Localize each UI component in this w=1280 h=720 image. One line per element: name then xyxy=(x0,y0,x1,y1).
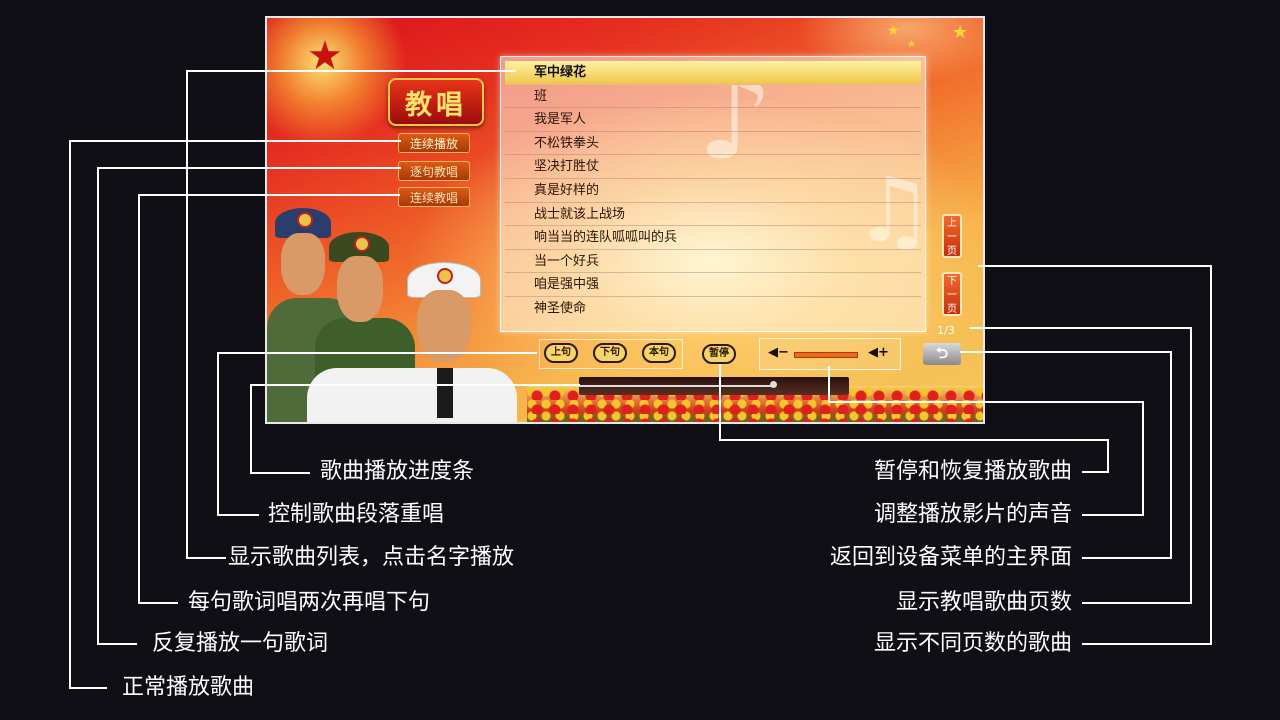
volume-control: ◀− ◀+ xyxy=(759,338,901,370)
soldiers-illustration xyxy=(267,178,527,422)
annotation-repeat-line: 反复播放一句歌词 xyxy=(152,631,329,656)
song-item[interactable]: 班 xyxy=(505,85,921,109)
progress-handle[interactable] xyxy=(770,381,777,388)
song-progress-bar[interactable] xyxy=(579,377,849,395)
song-item[interactable]: 我是军人 xyxy=(505,108,921,132)
repeat-line-button[interactable]: 本句 xyxy=(642,343,676,363)
song-item[interactable]: 不松铁拳头 xyxy=(505,132,921,156)
annotation-back: 返回到设备菜单的主界面 xyxy=(829,545,1072,570)
page-down-button[interactable]: 下一页 xyxy=(942,272,962,316)
next-line-button[interactable]: 下句 xyxy=(593,343,627,363)
song-item[interactable]: 战士就该上战场 xyxy=(505,203,921,227)
return-arrow-icon[interactable]: ⮌ xyxy=(923,343,961,365)
annotation-progress: 歌曲播放进度条 xyxy=(320,459,475,484)
karaoke-teaching-screen: ★ ★ ★ ★ ♪ ♫ 教唱 连续播放 逐句教唱 连续教唱 军中绿花 班 我是军… xyxy=(265,16,985,424)
annotation-volume: 调整播放影片的声音 xyxy=(873,502,1072,527)
continuous-play-button[interactable]: 连续播放 xyxy=(398,133,470,153)
song-list: 军中绿花 班 我是军人 不松铁拳头 坚决打胜仗 真是好样的 战士就该上战场 响当… xyxy=(500,56,926,332)
star-icon: ★ xyxy=(907,39,916,50)
teaching-logo: 教唱 xyxy=(388,78,484,126)
line-control-group: 上句 下句 本句 xyxy=(539,339,683,369)
annotation-line-control: 控制歌曲段落重唱 xyxy=(268,502,445,527)
song-item[interactable]: 响当当的连队呱呱叫的兵 xyxy=(505,226,921,250)
star-icon: ★ xyxy=(952,22,969,43)
volume-slider[interactable] xyxy=(794,352,858,358)
progress-fill xyxy=(579,385,773,387)
annotation-pause: 暂停和恢复播放歌曲 xyxy=(873,459,1072,484)
annotation-page-count: 显示教唱歌曲页数 xyxy=(895,590,1072,615)
song-item[interactable]: 坚决打胜仗 xyxy=(505,155,921,179)
annotation-normal-play: 正常播放歌曲 xyxy=(122,675,255,700)
song-item[interactable]: 军中绿花 xyxy=(505,61,921,85)
page-up-button[interactable]: 上一页 xyxy=(942,214,962,258)
annotation-page-buttons: 显示不同页数的歌曲 xyxy=(873,631,1072,656)
song-item[interactable]: 真是好样的 xyxy=(505,179,921,203)
page-indicator: 1/3 xyxy=(937,324,955,337)
song-item[interactable]: 神圣使命 xyxy=(505,297,921,321)
pause-group: 暂停 xyxy=(702,343,742,365)
song-item[interactable]: 当一个好兵 xyxy=(505,250,921,274)
prev-line-button[interactable]: 上句 xyxy=(544,343,578,363)
volume-up-icon[interactable]: ◀+ xyxy=(868,345,889,360)
pause-button[interactable]: 暂停 xyxy=(702,344,736,364)
song-item[interactable]: 咱是强中强 xyxy=(505,273,921,297)
sentence-teach-button[interactable]: 逐句教唱 xyxy=(398,161,470,181)
annotation-sentence-teach: 每句歌词唱两次再唱下句 xyxy=(188,590,431,615)
star-icon: ★ xyxy=(887,23,900,39)
continuous-teach-button[interactable]: 连续教唱 xyxy=(398,187,470,207)
annotation-song-list: 显示歌曲列表，点击名字播放 xyxy=(228,545,515,570)
volume-down-icon[interactable]: ◀− xyxy=(768,345,789,360)
